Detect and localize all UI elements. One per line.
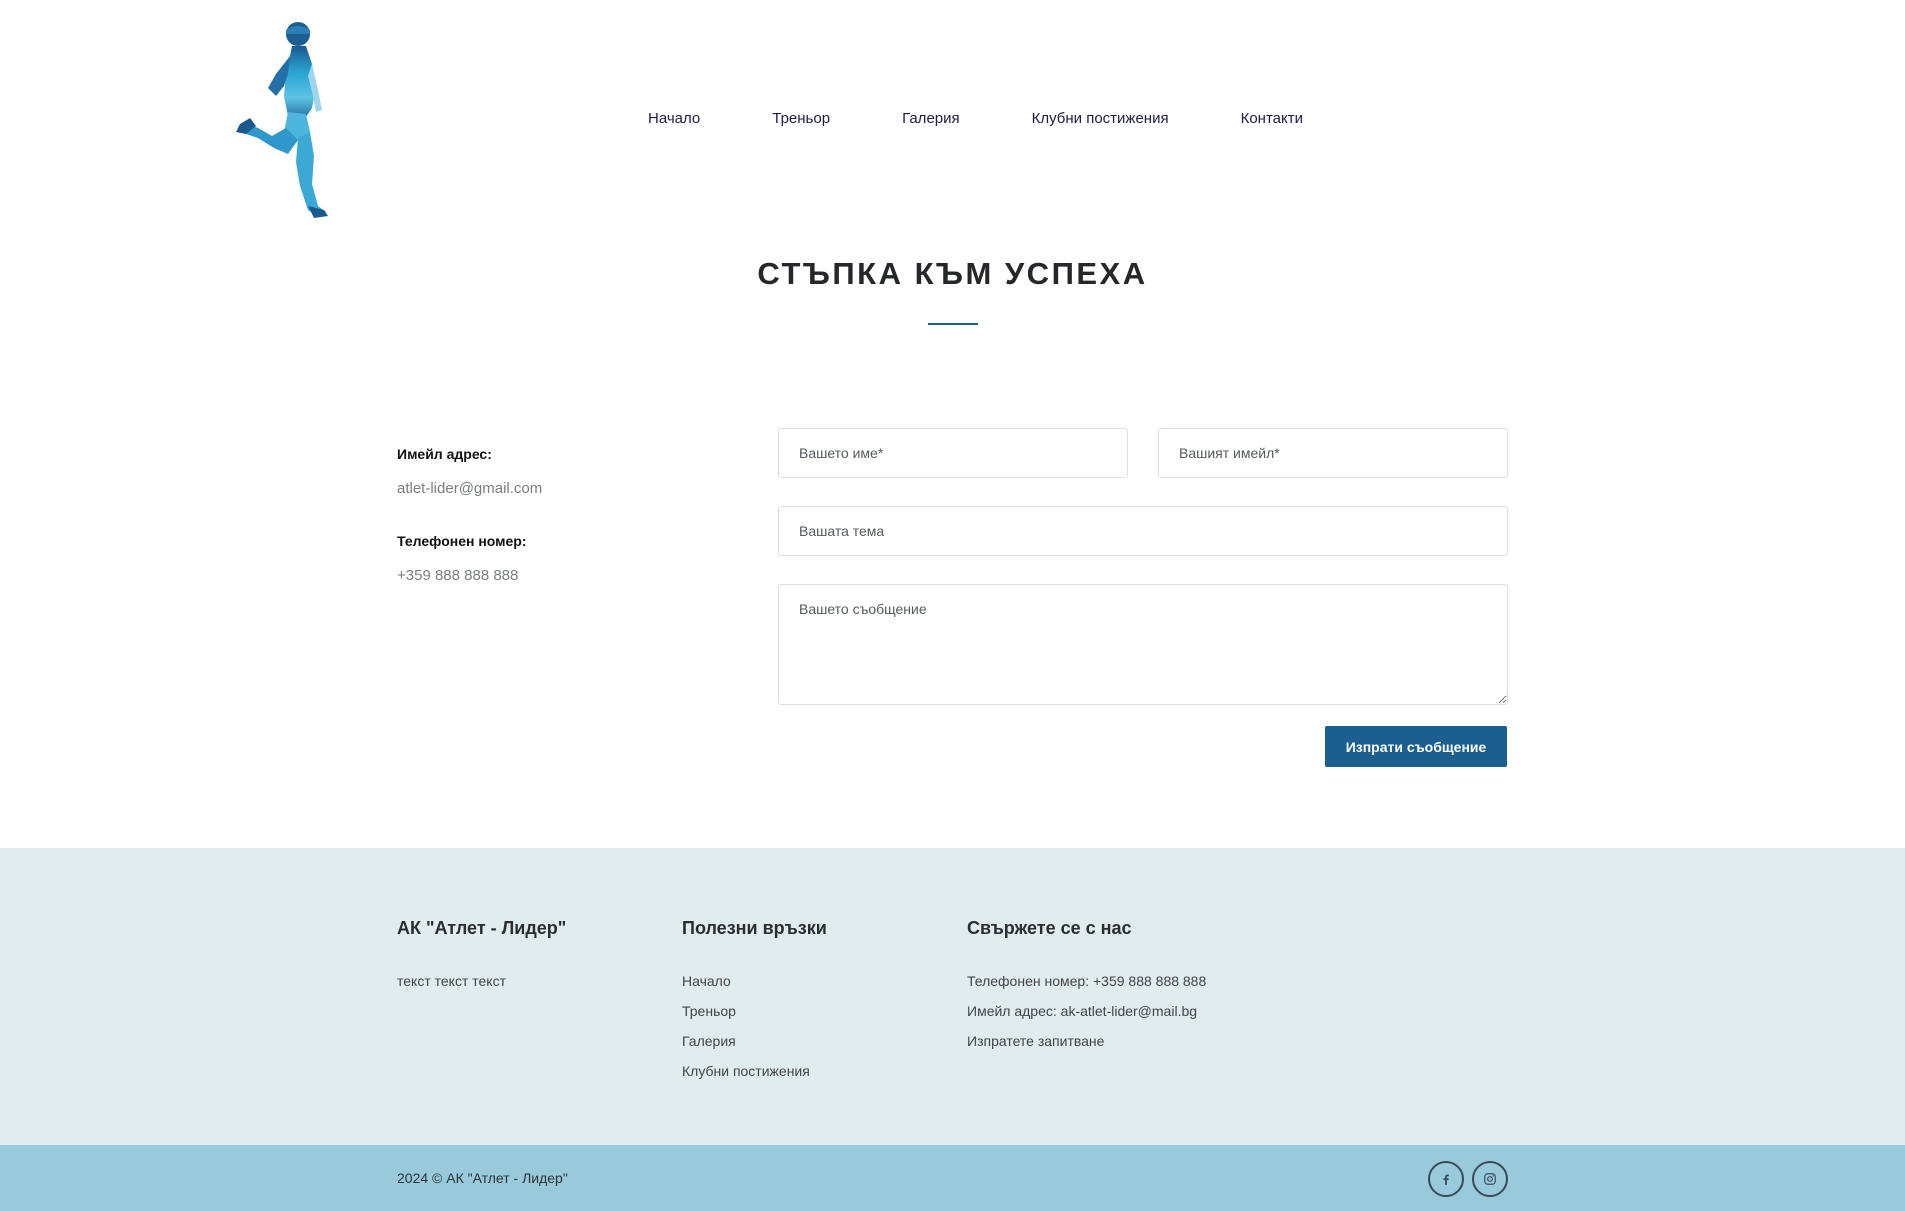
footer-bottom-bar: 2024 © АК "Атлет - Лидер": [0, 1145, 1905, 1211]
facebook-icon: [1443, 1174, 1449, 1185]
footer-inquiry-link[interactable]: Изпратете запитване: [967, 1033, 1206, 1049]
subject-input[interactable]: [778, 506, 1508, 556]
instagram-icon: [1484, 1173, 1496, 1185]
footer-link-gallery[interactable]: Галерия: [682, 1033, 827, 1049]
contact-info: Имейл адрес: atlet-lider@gmail.com Телеф…: [397, 446, 697, 620]
instagram-link[interactable]: [1472, 1161, 1508, 1197]
footer-links-heading: Полезни връзки: [682, 918, 827, 938]
footer-contact-email: Имейл адрес: ak-atlet-lider@mail.bg: [967, 1003, 1198, 1019]
footer-contact-heading: Свържете се с нас: [967, 918, 1132, 938]
footer-link-achievements[interactable]: Клубни постижения: [682, 1063, 827, 1079]
name-input[interactable]: [778, 428, 1128, 478]
footer-contact: Свържете се с нас Телефонен номер: +359 …: [967, 918, 1206, 1063]
send-message-button[interactable]: Изпрати съобщение: [1325, 726, 1507, 767]
footer: АК "Атлет - Лидер" текст текст текст Пол…: [0, 848, 1905, 1145]
page-title: СТЪПКА КЪМ УСПЕХА: [757, 256, 1148, 291]
nav-menu: Начало Треньор Галерия Клубни постижения…: [648, 110, 1303, 127]
phone-value: +359 888 888 888: [397, 567, 519, 584]
email-value: atlet-lider@gmail.com: [397, 480, 543, 497]
title-divider: [928, 323, 978, 325]
nav-item-home[interactable]: Начало: [648, 110, 700, 127]
email-label: Имейл адрес:: [397, 446, 492, 462]
email-input[interactable]: [1158, 428, 1508, 478]
phone-label: Телефонен номер:: [397, 533, 527, 549]
main-nav: Начало Треньор Галерия Клубни постижения…: [0, 110, 1905, 127]
footer-links: Полезни връзки Начало Треньор Галерия Кл…: [682, 918, 827, 1093]
facebook-link[interactable]: [1428, 1161, 1464, 1197]
footer-link-home[interactable]: Начало: [682, 973, 827, 989]
footer-contact-phone: Телефонен номер: +359 888 888 888: [967, 973, 1207, 989]
footer-about: АК "Атлет - Лидер" текст текст текст: [397, 918, 566, 1003]
message-textarea[interactable]: [778, 584, 1508, 705]
copyright-text: 2024 © АК "Атлет - Лидер": [397, 1170, 568, 1186]
nav-item-contacts[interactable]: Контакти: [1241, 110, 1303, 127]
nav-item-achievements[interactable]: Клубни постижения: [1032, 110, 1169, 127]
nav-item-coach[interactable]: Треньор: [772, 110, 830, 127]
footer-about-text: текст текст текст: [397, 973, 506, 989]
footer-about-heading: АК "Атлет - Лидер": [397, 918, 567, 938]
nav-item-gallery[interactable]: Галерия: [902, 110, 960, 127]
footer-link-coach[interactable]: Треньор: [682, 1003, 827, 1019]
